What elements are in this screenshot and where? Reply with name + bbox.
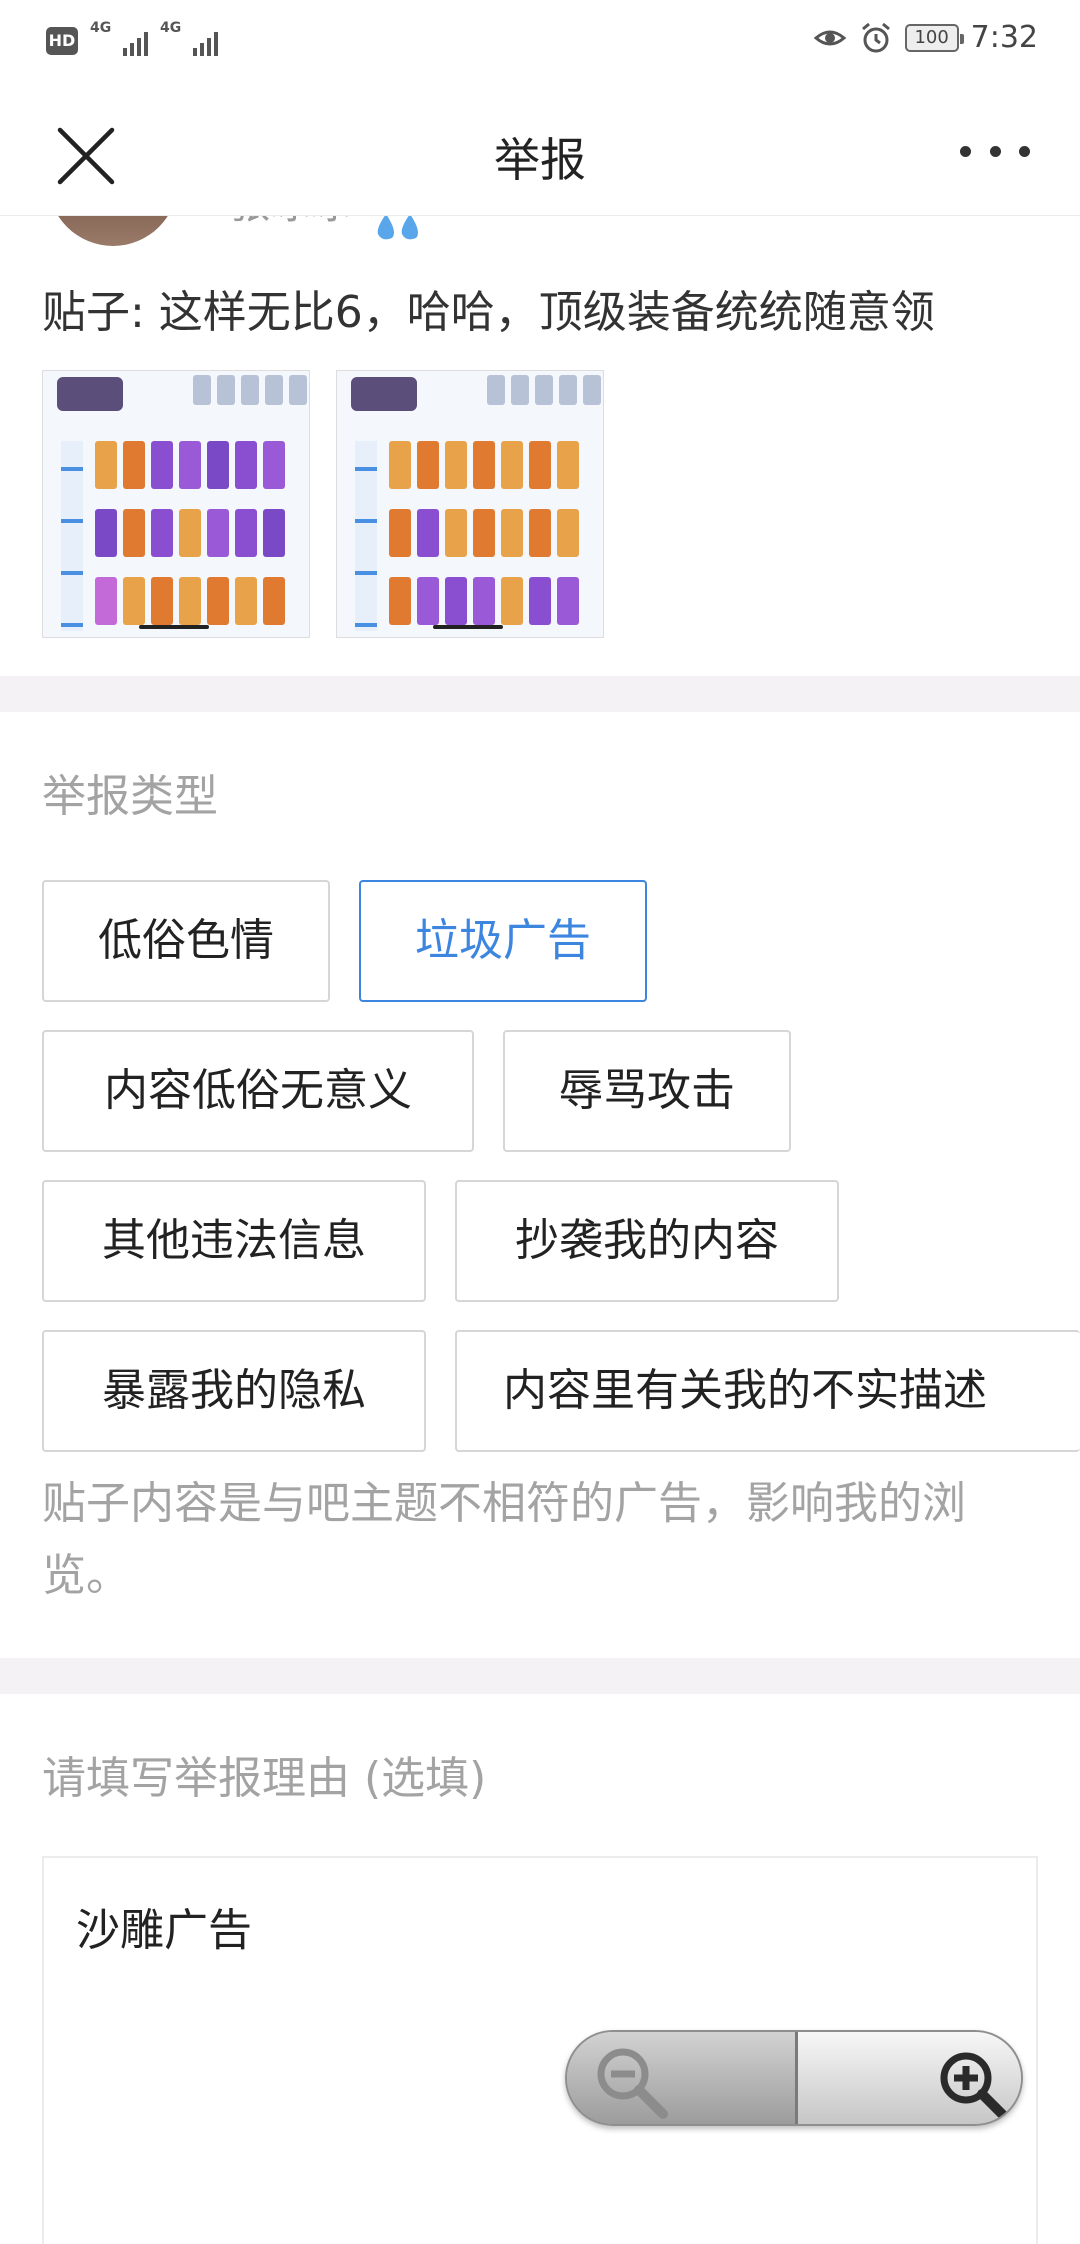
zoom-out-icon: [597, 2048, 668, 2119]
reason-text: 沙雕广告: [76, 1905, 252, 1956]
zoom-in-icon: [940, 2052, 1009, 2121]
post-text: 贴子: 这样无比6，哈哈，顶级装备统统随意领: [42, 287, 935, 338]
status-bar: HD 4G 4G 100 7:32: [0, 0, 1080, 86]
signal-icon: 4G: [90, 20, 148, 58]
zoom-out-button[interactable]: [567, 2032, 795, 2124]
alarm-icon: [861, 22, 890, 52]
report-option-illegal[interactable]: 其他违法信息: [42, 1180, 426, 1302]
eye-icon: [813, 30, 846, 45]
post-image-2[interactable]: [336, 370, 604, 638]
hd-badge: HD: [46, 27, 78, 55]
zoom-in-button[interactable]: [798, 2032, 1021, 2124]
report-option-meaningless[interactable]: 内容低俗无意义: [42, 1030, 474, 1152]
status-left: HD 4G 4G: [46, 20, 218, 58]
water-drop-icon: [377, 214, 418, 240]
battery-icon: 100: [904, 23, 964, 52]
report-option-vulgar[interactable]: 低俗色情: [42, 880, 330, 1002]
report-type-title: 举报类型: [42, 771, 218, 822]
report-page: HD 4G 4G 100 7:32 举报 贴子: 这样无比6，哈哈，顶级装备统统…: [0, 0, 1080, 2244]
network-type-label-2: 4G: [160, 20, 182, 36]
section-divider-2: [0, 1658, 1080, 1694]
section-divider: [0, 676, 1080, 712]
title-bar: 举报: [0, 86, 1080, 216]
report-option-privacy[interactable]: 暴露我的隐私: [42, 1330, 426, 1452]
status-right: 100 7:32: [813, 20, 1038, 55]
report-type-description: 贴子内容是与吧主题不相符的广告，影响我的浏览。: [42, 1478, 966, 1601]
page-title: 举报: [494, 133, 586, 187]
reason-title: 请填写举报理由 (选填): [42, 1753, 487, 1804]
report-option-spam[interactable]: 垃圾广告: [359, 880, 647, 1002]
report-option-false-description[interactable]: 内容里有关我的不实描述: [455, 1330, 1080, 1452]
more-icon[interactable]: [960, 136, 1030, 166]
signal-icon-2: 4G: [160, 20, 218, 58]
zoom-control: [565, 2030, 1023, 2126]
network-type-label: 4G: [90, 20, 112, 36]
post-image-1[interactable]: [42, 370, 310, 638]
report-option-abuse[interactable]: 辱骂攻击: [503, 1030, 791, 1152]
status-time: 7:32: [970, 20, 1038, 55]
report-option-plagiarism[interactable]: 抄袭我的内容: [455, 1180, 839, 1302]
